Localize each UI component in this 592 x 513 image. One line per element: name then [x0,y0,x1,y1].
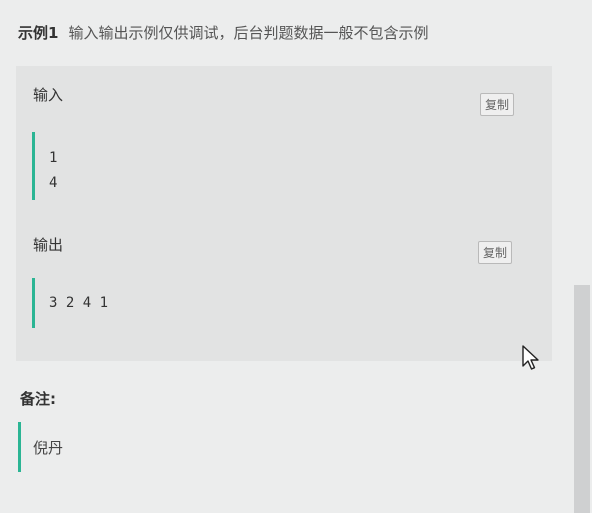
example-box: 输入 复制 1 4 输出 复制 3 2 4 1 [16,66,552,361]
scrollbar[interactable] [574,285,590,513]
copy-output-button[interactable]: 复制 [478,241,513,264]
output-label: 输出 [33,236,64,254]
input-label: 输入 [33,86,64,104]
remark-block: 倪丹 [18,422,63,472]
output-line: 3 2 4 1 [49,294,109,311]
input-line: 1 [49,150,58,166]
mouse-pointer-icon [522,345,540,375]
input-line: 4 [49,175,58,191]
example-note: 输入输出示例仅供调试，后台判题数据一般不包含示例 [68,24,429,42]
example-title: 示例1 [18,24,59,42]
output-code-block: 3 2 4 1 [32,278,108,328]
example-header: 示例1 输入输出示例仅供调试，后台判题数据一般不包含示例 [18,22,428,43]
remark-text: 倪丹 [33,438,64,457]
copy-input-button[interactable]: 复制 [480,93,515,116]
input-code-block: 1 4 [32,132,57,200]
remark-label: 备注: [20,390,56,408]
